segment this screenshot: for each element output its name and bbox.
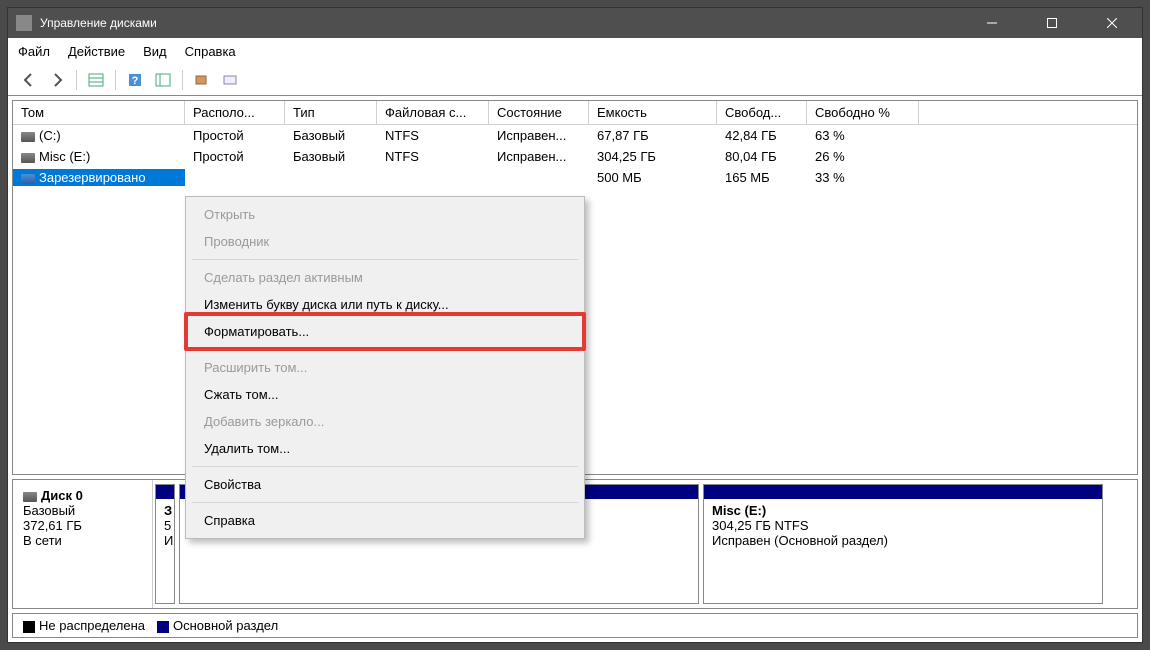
window-title: Управление дисками bbox=[40, 16, 970, 30]
disk-size: 372,61 ГБ bbox=[23, 518, 142, 533]
column-volume[interactable]: Том bbox=[13, 101, 185, 124]
context-menu-item: Открыть bbox=[186, 201, 584, 228]
refresh-icon[interactable] bbox=[191, 69, 213, 91]
partition-stripe bbox=[704, 485, 1102, 499]
legend-unallocated-swatch bbox=[23, 621, 35, 633]
volume-icon bbox=[21, 174, 35, 184]
volume-row[interactable]: Misc (E:)ПростойБазовыйNTFSИсправен...30… bbox=[13, 146, 1137, 167]
column-status[interactable]: Состояние bbox=[489, 101, 589, 124]
context-menu-separator bbox=[192, 466, 578, 467]
toolbar-separator bbox=[182, 70, 183, 90]
partition-stripe bbox=[156, 485, 174, 499]
menubar: Файл Действие Вид Справка bbox=[8, 38, 1142, 65]
context-menu-item: Расширить том... bbox=[186, 354, 584, 381]
window-controls bbox=[970, 8, 1134, 38]
context-menu-item: Проводник bbox=[186, 228, 584, 255]
partition[interactable]: З5И bbox=[155, 484, 175, 604]
context-menu-separator bbox=[192, 259, 578, 260]
properties-icon[interactable] bbox=[219, 69, 241, 91]
partition-name: Misc (E:) bbox=[712, 503, 1094, 518]
column-fs[interactable]: Файловая с... bbox=[377, 101, 489, 124]
volume-list-header: Том Располо... Тип Файловая с... Состоян… bbox=[13, 101, 1137, 125]
context-menu-separator bbox=[192, 349, 578, 350]
toolbar-separator bbox=[76, 70, 77, 90]
context-menu-item: Сделать раздел активным bbox=[186, 264, 584, 291]
disk-label[interactable]: Диск 0 Базовый 372,61 ГБ В сети bbox=[13, 480, 153, 608]
menu-help[interactable]: Справка bbox=[185, 44, 236, 59]
toolbar-separator bbox=[115, 70, 116, 90]
context-menu: ОткрытьПроводник Сделать раздел активнымИ… bbox=[185, 196, 585, 539]
back-button[interactable] bbox=[18, 69, 40, 91]
legend: Не распределена Основной раздел bbox=[12, 613, 1138, 638]
partition-status: Исправен (Основной раздел) bbox=[712, 533, 1094, 548]
list-view-icon[interactable] bbox=[152, 69, 174, 91]
details-view-icon[interactable] bbox=[85, 69, 107, 91]
column-type[interactable]: Тип bbox=[285, 101, 377, 124]
menu-view[interactable]: Вид bbox=[143, 44, 167, 59]
partition-info: 5 bbox=[164, 518, 166, 533]
disk-status: В сети bbox=[23, 533, 142, 548]
minimize-button[interactable] bbox=[970, 8, 1014, 38]
maximize-button[interactable] bbox=[1030, 8, 1074, 38]
legend-primary: Основной раздел bbox=[157, 618, 278, 633]
disk-type: Базовый bbox=[23, 503, 142, 518]
legend-unallocated: Не распределена bbox=[23, 618, 145, 633]
volume-icon bbox=[21, 153, 35, 163]
partition-info: 304,25 ГБ NTFS bbox=[712, 518, 1094, 533]
column-pct[interactable]: Свободно % bbox=[807, 101, 919, 124]
column-free[interactable]: Свобод... bbox=[717, 101, 807, 124]
context-menu-item[interactable]: Форматировать... bbox=[186, 318, 584, 345]
titlebar: Управление дисками bbox=[8, 8, 1142, 38]
volume-row[interactable]: (C:)ПростойБазовыйNTFSИсправен...67,87 Г… bbox=[13, 125, 1137, 146]
context-menu-separator bbox=[192, 502, 578, 503]
context-menu-item: Добавить зеркало... bbox=[186, 408, 584, 435]
close-button[interactable] bbox=[1090, 8, 1134, 38]
help-icon[interactable]: ? bbox=[124, 69, 146, 91]
column-layout[interactable]: Располо... bbox=[185, 101, 285, 124]
context-menu-item[interactable]: Свойства bbox=[186, 471, 584, 498]
partition-name: З bbox=[164, 503, 166, 518]
partition-status: И bbox=[164, 533, 166, 548]
app-icon bbox=[16, 15, 32, 31]
menu-file[interactable]: Файл bbox=[18, 44, 50, 59]
legend-primary-swatch bbox=[157, 621, 169, 633]
svg-text:?: ? bbox=[132, 75, 139, 87]
toolbar: ? bbox=[8, 65, 1142, 96]
disk-name: Диск 0 bbox=[41, 488, 83, 503]
forward-button[interactable] bbox=[46, 69, 68, 91]
context-menu-item[interactable]: Сжать том... bbox=[186, 381, 584, 408]
disk-icon bbox=[23, 492, 37, 502]
partition[interactable]: Misc (E:)304,25 ГБ NTFSИсправен (Основно… bbox=[703, 484, 1103, 604]
context-menu-item[interactable]: Справка bbox=[186, 507, 584, 534]
volume-icon bbox=[21, 132, 35, 142]
volume-row[interactable]: Зарезервировано500 МБ165 МБ33 % bbox=[13, 167, 1137, 188]
menu-action[interactable]: Действие bbox=[68, 44, 125, 59]
column-capacity[interactable]: Емкость bbox=[589, 101, 717, 124]
context-menu-item[interactable]: Удалить том... bbox=[186, 435, 584, 462]
context-menu-item[interactable]: Изменить букву диска или путь к диску... bbox=[186, 291, 584, 318]
